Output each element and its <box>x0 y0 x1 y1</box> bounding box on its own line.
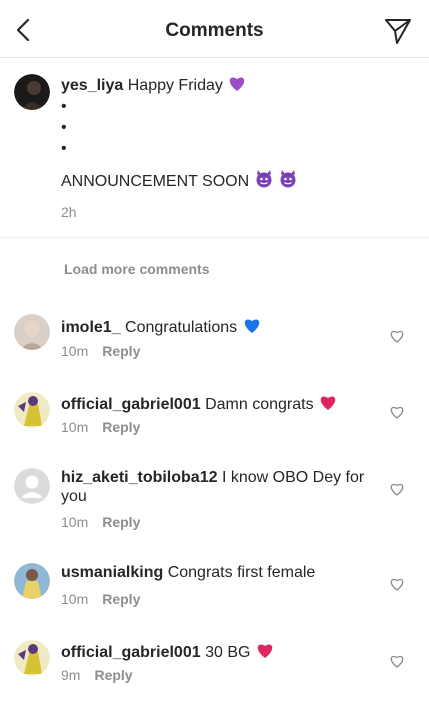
avatar[interactable] <box>14 468 50 504</box>
like-heart-icon[interactable] <box>389 576 405 592</box>
caption-announcement: ANNOUNCEMENT SOON <box>61 173 250 190</box>
post-caption: yes_liya Happy Friday • • • ANNOUNCEMENT… <box>0 58 429 238</box>
load-more-comments-link[interactable]: Load more comments <box>64 261 209 277</box>
page-title: Comments <box>165 20 264 41</box>
comment-text: 30 BG <box>205 644 251 661</box>
comment-username[interactable]: hiz_aketi_tobiloba12 <box>61 469 218 486</box>
comment-text: Damn congrats <box>205 396 314 413</box>
header: Comments <box>0 0 429 58</box>
comment-text: Congrats first female <box>167 564 316 581</box>
caption-timestamp: 2h <box>61 204 77 220</box>
avatar[interactable] <box>14 563 50 599</box>
purple-heart-emoji-icon <box>230 77 245 91</box>
like-heart-icon[interactable] <box>389 653 405 669</box>
send-icon[interactable] <box>383 16 413 46</box>
red-heart-emoji-icon <box>320 396 336 410</box>
comment-timestamp: 9m <box>61 667 81 683</box>
comment-timestamp: 10m <box>61 343 89 359</box>
caption-bullet: • <box>61 98 67 115</box>
comment-username[interactable]: official_gabriel001 <box>61 396 201 413</box>
like-heart-icon[interactable] <box>389 481 405 497</box>
red-heart-emoji-icon <box>257 644 273 658</box>
caption-bullet: • <box>61 140 67 157</box>
caption-text: Happy Friday <box>127 77 223 94</box>
like-heart-icon[interactable] <box>389 328 405 344</box>
caption-bullet: • <box>61 119 67 136</box>
caption-username[interactable]: yes_liya <box>61 77 123 94</box>
reply-button[interactable]: Reply <box>102 514 140 530</box>
reply-button[interactable]: Reply <box>102 591 140 607</box>
devil-emoji-icon <box>256 170 272 188</box>
comment-timestamp: 10m <box>61 591 89 607</box>
comment-username[interactable]: imole1_ <box>61 319 121 336</box>
avatar[interactable] <box>14 74 50 110</box>
avatar[interactable] <box>14 640 50 676</box>
avatar[interactable] <box>14 392 50 428</box>
reply-button[interactable]: Reply <box>102 343 140 359</box>
comment-timestamp: 10m <box>61 419 89 435</box>
comment-username[interactable]: official_gabriel001 <box>61 644 201 661</box>
comment-username[interactable]: usmanialking <box>61 564 163 581</box>
blue-heart-emoji-icon <box>244 319 259 333</box>
devil-emoji-icon <box>280 170 296 188</box>
avatar[interactable] <box>14 314 50 350</box>
reply-button[interactable]: Reply <box>102 419 140 435</box>
comment-text: Congratulations <box>125 319 238 336</box>
reply-button[interactable]: Reply <box>94 667 132 683</box>
like-heart-icon[interactable] <box>389 404 405 420</box>
comment-timestamp: 10m <box>61 514 89 530</box>
